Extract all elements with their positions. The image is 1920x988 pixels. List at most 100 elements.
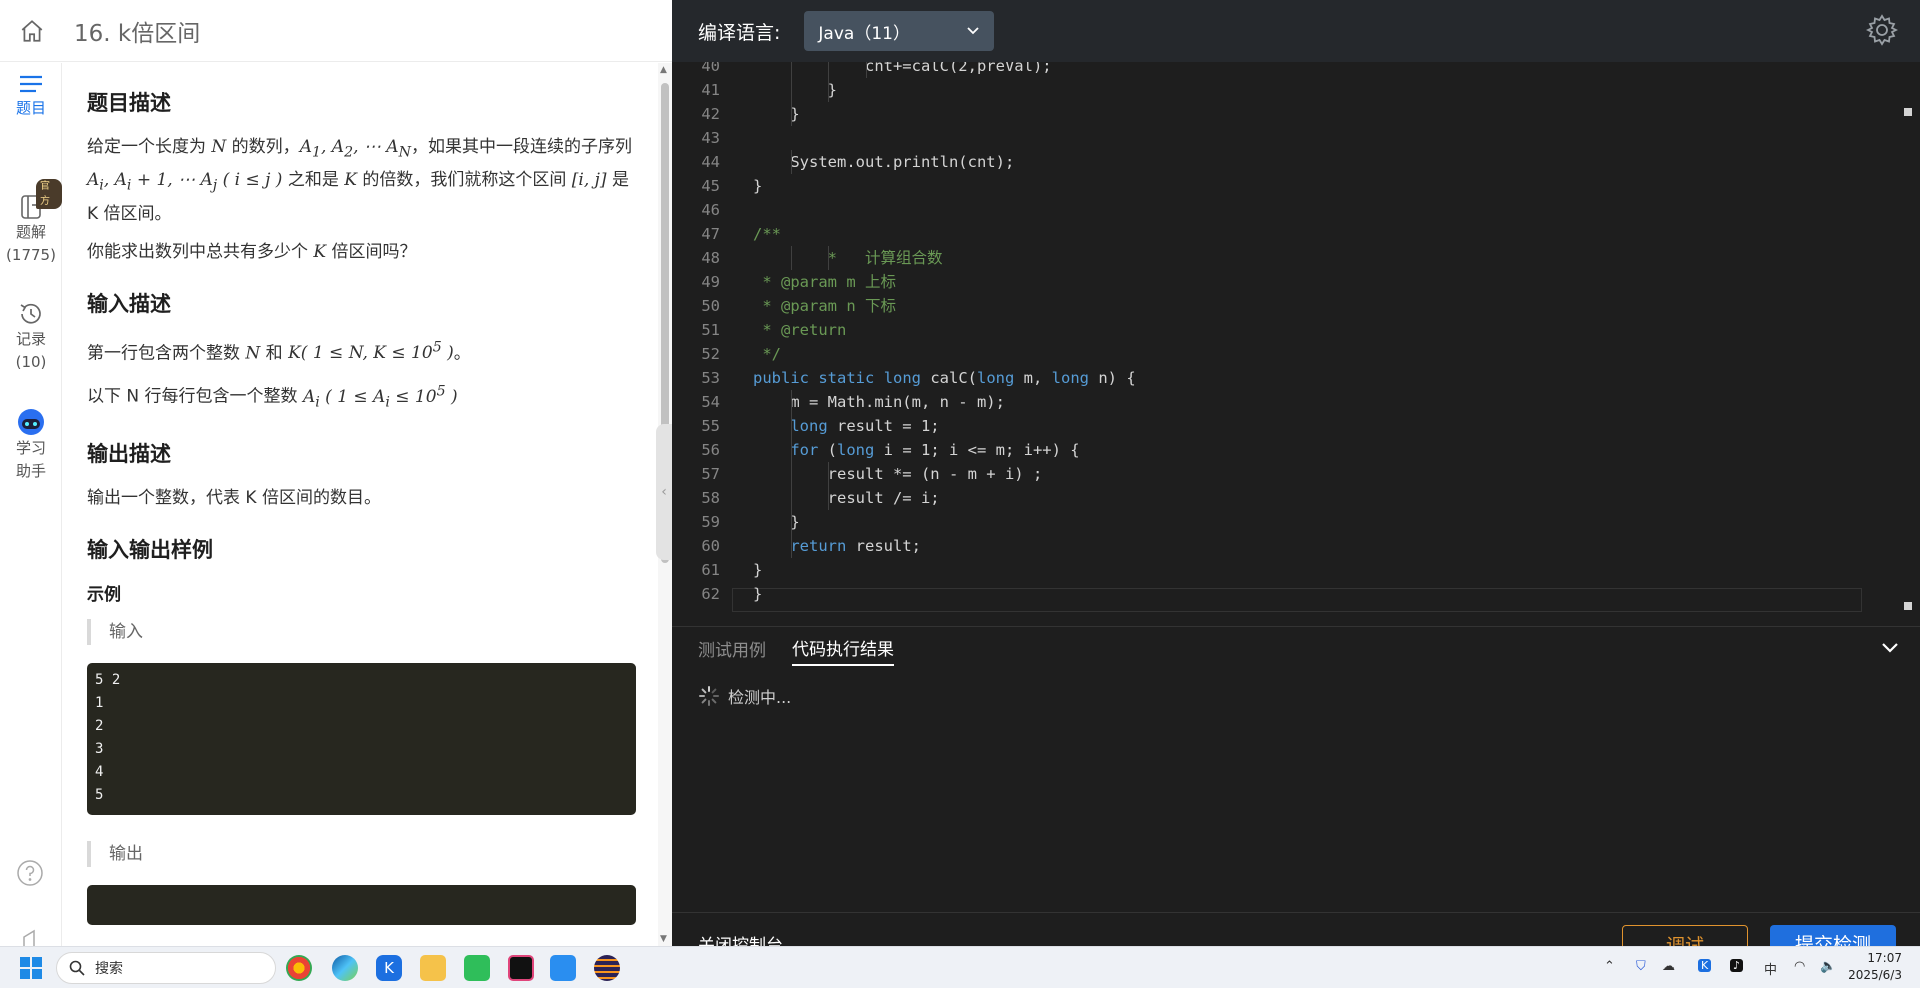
home-icon[interactable] xyxy=(18,17,46,45)
code-line[interactable]: 46 xyxy=(672,198,1892,222)
clock-time: 17:07 xyxy=(1867,951,1902,965)
desc-text: 你能求出数列中总共有多少个 xyxy=(87,241,314,262)
taskbar-clock[interactable]: 17:07 2025/6/3 xyxy=(1848,950,1902,984)
line-number: 42 xyxy=(701,105,720,123)
folder-icon[interactable] xyxy=(420,955,446,981)
scroll-down-icon[interactable]: ▼ xyxy=(660,934,667,944)
code-text: result *= (n - m + i) ; xyxy=(753,465,1043,483)
input-line-1: 第一行包含两个整数 N 和 K( 1 ≤ N, K ≤ 105 )。 xyxy=(87,334,636,368)
tab-execution-result[interactable]: 代码执行结果 xyxy=(792,635,894,666)
code-line[interactable]: 61} xyxy=(672,558,1892,582)
rail-item-solutions[interactable]: 官方 题解 (1775) xyxy=(0,179,62,268)
panel-resize-handle[interactable]: ‹ xyxy=(656,424,672,560)
code-line[interactable]: 50 * @param n 下标 xyxy=(672,294,1892,318)
code-text: /** xyxy=(753,225,781,243)
code-line[interactable]: 62} xyxy=(672,582,1892,606)
section-heading-input: 输入描述 xyxy=(87,291,171,316)
gear-icon[interactable] xyxy=(1866,14,1898,46)
line-number: 41 xyxy=(701,81,720,99)
k-app-icon[interactable]: K xyxy=(376,955,402,981)
input-text: 和 xyxy=(260,343,289,364)
collapse-chevron-icon[interactable] xyxy=(1880,641,1900,655)
sample-output-label: 输出 xyxy=(87,841,636,868)
code-line[interactable]: 43 xyxy=(672,126,1892,150)
indent-guide xyxy=(791,534,792,558)
math-n: N xyxy=(211,137,227,157)
indent-guide xyxy=(791,510,792,534)
tray-app-icon[interactable]: ☁ xyxy=(1662,959,1675,974)
indent-guide xyxy=(791,486,792,510)
code-line[interactable]: 55 long result = 1; xyxy=(672,414,1892,438)
math-k: K xyxy=(344,170,357,191)
tray-chevron-up-icon[interactable]: ⌃ xyxy=(1604,959,1615,974)
line-number: 60 xyxy=(701,537,720,555)
code-line[interactable]: 59 } xyxy=(672,510,1892,534)
tray-tiktok-icon[interactable]: ♪ xyxy=(1730,959,1744,972)
feedback-icon[interactable] xyxy=(20,929,44,946)
eclipse-icon[interactable] xyxy=(594,955,620,981)
line-number: 44 xyxy=(701,153,720,171)
rail-item-records[interactable]: 记录 (10) xyxy=(0,300,62,375)
rail-count-records: (10) xyxy=(15,353,47,372)
math-sequence: A1, A2, ⋯ AN xyxy=(299,137,411,161)
indent-guide xyxy=(828,486,830,510)
indent-guide xyxy=(791,78,792,102)
rail-item-problem[interactable]: 题目 xyxy=(0,71,62,120)
code-line[interactable]: 57 result *= (n - m + i) ; xyxy=(672,462,1892,486)
line-number: 48 xyxy=(701,249,720,267)
official-badge: 官方 xyxy=(36,179,62,209)
editor-toolbar: 编译语言: Java（11） xyxy=(672,0,1920,62)
language-select[interactable]: Java（11） xyxy=(804,11,995,51)
code-line[interactable]: 47 /** xyxy=(672,222,1892,246)
editor-scrollbar[interactable] xyxy=(1904,62,1920,620)
sample-output-block xyxy=(87,885,636,926)
code-line[interactable]: 48 * 计算组合数 xyxy=(672,246,1892,270)
code-line[interactable]: 40 cnt+=calC(2,preVal); xyxy=(672,62,1892,78)
blue-app-icon[interactable] xyxy=(550,955,576,981)
indent-guide xyxy=(828,62,830,78)
rail-item-assistant[interactable]: 学习 助手 xyxy=(0,407,62,484)
code-line[interactable]: 51 * @return xyxy=(672,318,1892,342)
indent-guide xyxy=(791,462,792,486)
code-text: result /= i; xyxy=(753,489,940,507)
math-ai-constraint: Ai ( 1 ≤ Ai ≤ 105 ) xyxy=(302,383,458,411)
intellij-icon[interactable] xyxy=(508,955,534,981)
line-number: 56 xyxy=(701,441,720,459)
input-text: 以下 N 行每行包含一个整数 xyxy=(87,387,303,408)
rail-count-solutions: (1775) xyxy=(6,246,56,265)
code-line[interactable]: 56 for (long i = 1; i <= m; i++) { xyxy=(672,438,1892,462)
code-line[interactable]: 44 System.out.println(cnt); xyxy=(672,150,1892,174)
search-icon xyxy=(69,960,85,976)
taskbar-search[interactable]: 搜索 xyxy=(56,952,276,984)
chrome-icon[interactable] xyxy=(286,955,312,981)
code-editor[interactable]: 40 cnt+=calC(2,preVal); 41 } 42 } 43 44 Syst… xyxy=(672,62,1920,620)
ime-indicator[interactable]: 中 xyxy=(1764,959,1777,978)
code-line[interactable]: 53 public static long calC(long m, long n… xyxy=(672,366,1892,390)
output-paragraph: 输出一个整数，代表 K 倍区间的数目。 xyxy=(87,488,381,509)
math-n: N xyxy=(245,343,261,364)
windows-start-icon[interactable] xyxy=(20,957,42,979)
result-panel-tabs: 测试用例 代码执行结果 xyxy=(672,626,1920,674)
code-line[interactable]: 54 m = Math.min(m, n - m); xyxy=(672,390,1892,414)
code-line[interactable]: 60 return result; xyxy=(672,534,1892,558)
code-line[interactable]: 58 result /= i; xyxy=(672,486,1892,510)
code-line[interactable]: 42 } xyxy=(672,102,1892,126)
code-line[interactable]: 41 } xyxy=(672,78,1892,102)
code-line[interactable]: 52 */ xyxy=(672,342,1892,366)
edge-icon[interactable] xyxy=(332,955,358,981)
wifi-icon[interactable]: ◠ xyxy=(1794,959,1805,974)
green-app-icon[interactable] xyxy=(464,955,490,981)
tab-testcase[interactable]: 测试用例 xyxy=(698,636,766,665)
scroll-up-icon[interactable]: ▲ xyxy=(660,65,667,75)
scroll-marker xyxy=(1904,602,1912,610)
status-text: 检测中... xyxy=(728,688,792,707)
indent-guide xyxy=(828,246,830,270)
section-heading-samples: 输入输出样例 xyxy=(87,538,213,563)
tray-k-icon[interactable]: K xyxy=(1698,959,1712,972)
line-number: 58 xyxy=(701,489,720,507)
volume-icon[interactable]: 🔈 xyxy=(1820,959,1836,974)
shield-icon[interactable]: ⛉ xyxy=(1636,959,1646,974)
code-line[interactable]: 49 * @param m 上标 xyxy=(672,270,1892,294)
code-line[interactable]: 45} xyxy=(672,174,1892,198)
help-icon[interactable] xyxy=(16,859,44,891)
